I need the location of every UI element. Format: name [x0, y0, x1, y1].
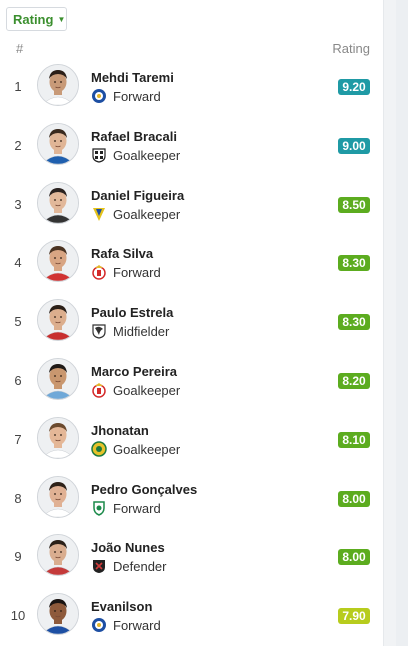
player-avatar[interactable] [37, 475, 79, 518]
player-rank: 7 [14, 431, 22, 447]
sort-dropdown[interactable]: Rating ▼ [6, 7, 67, 31]
benfica-crest-icon [91, 264, 107, 281]
player-avatar[interactable] [37, 358, 79, 400]
player-rank: 1 [14, 79, 22, 94]
player-row[interactable]: 8 Pedro Gonçalves Forward 8.00 [0, 470, 383, 529]
player-name[interactable]: Paulo Estrela [91, 305, 173, 320]
player-name[interactable]: João Nunes [91, 540, 165, 555]
player-avatar[interactable] [37, 181, 79, 224]
player-avatar[interactable] [37, 64, 79, 106]
player-avatar[interactable] [37, 122, 79, 165]
player-avatar[interactable] [37, 416, 79, 459]
player-position: Midfielder [113, 324, 170, 340]
player-rating-badge: 9.00 [338, 137, 370, 154]
sort-dropdown-label: Rating [13, 11, 54, 27]
boavista-crest-icon [91, 147, 107, 163]
vitoria-crest-icon [91, 323, 107, 339]
scrollbar-thumb[interactable] [396, 0, 408, 646]
player-rank: 9 [14, 549, 22, 565]
player-avatar[interactable] [37, 593, 79, 636]
sporting-crest-icon [91, 500, 107, 516]
player-position: Goalkeeper [113, 383, 181, 398]
player-ratings-panel: Rating ▼ # Rating 1 Mehdi Taremi Forward… [0, 0, 383, 646]
benfica-crest-icon [91, 382, 107, 398]
fc-porto-crest-icon [91, 88, 107, 104]
player-name[interactable]: Jhonatan [91, 423, 149, 438]
player-rank: 2 [14, 137, 22, 153]
player-rating-badge: 9.20 [338, 79, 370, 95]
chevron-down-icon: ▼ [57, 15, 66, 24]
rating-column-header[interactable]: Rating [332, 41, 370, 56]
rio-ave-crest-icon [91, 441, 107, 457]
player-rating-badge: 8.00 [338, 490, 370, 507]
player-position: Forward [113, 265, 161, 281]
player-position: Goalkeeper [113, 206, 181, 222]
player-rank: 4 [14, 255, 22, 271]
fc-porto-crest-icon [91, 617, 107, 633]
player-row[interactable]: 5 Paulo Estrela Midfielder 8.30 [0, 293, 383, 352]
player-row[interactable]: 6 Marco Pereira Goalkeeper 8.20 [0, 352, 383, 411]
player-position: Forward [113, 500, 161, 516]
gil-vicente-crest-icon [91, 558, 107, 574]
player-rating-badge: 8.10 [338, 431, 370, 448]
player-name[interactable]: Evanilson [91, 599, 152, 614]
player-row[interactable]: 4 Rafa Silva Forward 8.30 [0, 234, 383, 293]
player-position: Goalkeeper [113, 441, 181, 457]
player-position: Forward [113, 618, 161, 634]
player-position: Forward [113, 89, 161, 104]
player-name[interactable]: Pedro Gonçalves [91, 482, 197, 497]
player-rating-badge: 8.30 [338, 255, 370, 272]
player-avatar[interactable] [37, 534, 79, 577]
player-avatar[interactable] [37, 299, 79, 342]
player-rank: 6 [14, 373, 22, 388]
estoril-crest-icon [91, 206, 107, 222]
player-row[interactable]: 10 Evanilson Forward 7.90 [0, 587, 383, 646]
rank-column-header: # [16, 41, 24, 56]
player-rating-badge: 8.20 [338, 373, 370, 389]
player-row[interactable]: 3 Daniel Figueira Goalkeeper 8.50 [0, 176, 383, 235]
player-rank: 8 [14, 490, 22, 506]
player-row[interactable]: 7 Jhonatan Goalkeeper 8.10 [0, 411, 383, 470]
player-position: Goalkeeper [113, 147, 181, 163]
player-name[interactable]: Marco Pereira [91, 364, 177, 379]
player-rating-badge: 7.90 [338, 608, 370, 625]
scrollbar-track[interactable] [383, 0, 408, 646]
player-rank: 3 [14, 196, 22, 212]
player-position: Defender [113, 559, 167, 575]
player-row[interactable]: 9 João Nunes Defender 8.00 [0, 528, 383, 587]
player-name[interactable]: Mehdi Taremi [91, 70, 174, 85]
player-rank: 5 [14, 314, 22, 330]
player-rating-badge: 8.00 [338, 549, 370, 566]
player-name[interactable]: Rafa Silva [91, 246, 153, 261]
player-row[interactable]: 1 Mehdi Taremi Forward 9.20 [0, 58, 383, 117]
player-avatar[interactable] [37, 240, 79, 283]
player-name[interactable]: Rafael Bracali [91, 129, 177, 144]
player-rating-badge: 8.50 [338, 196, 370, 213]
player-name[interactable]: Daniel Figueira [91, 188, 184, 203]
player-rating-badge: 8.30 [338, 314, 370, 331]
player-row[interactable]: 2 Rafael Bracali Goalkeeper 9.00 [0, 117, 383, 176]
player-rank: 10 [10, 608, 26, 624]
